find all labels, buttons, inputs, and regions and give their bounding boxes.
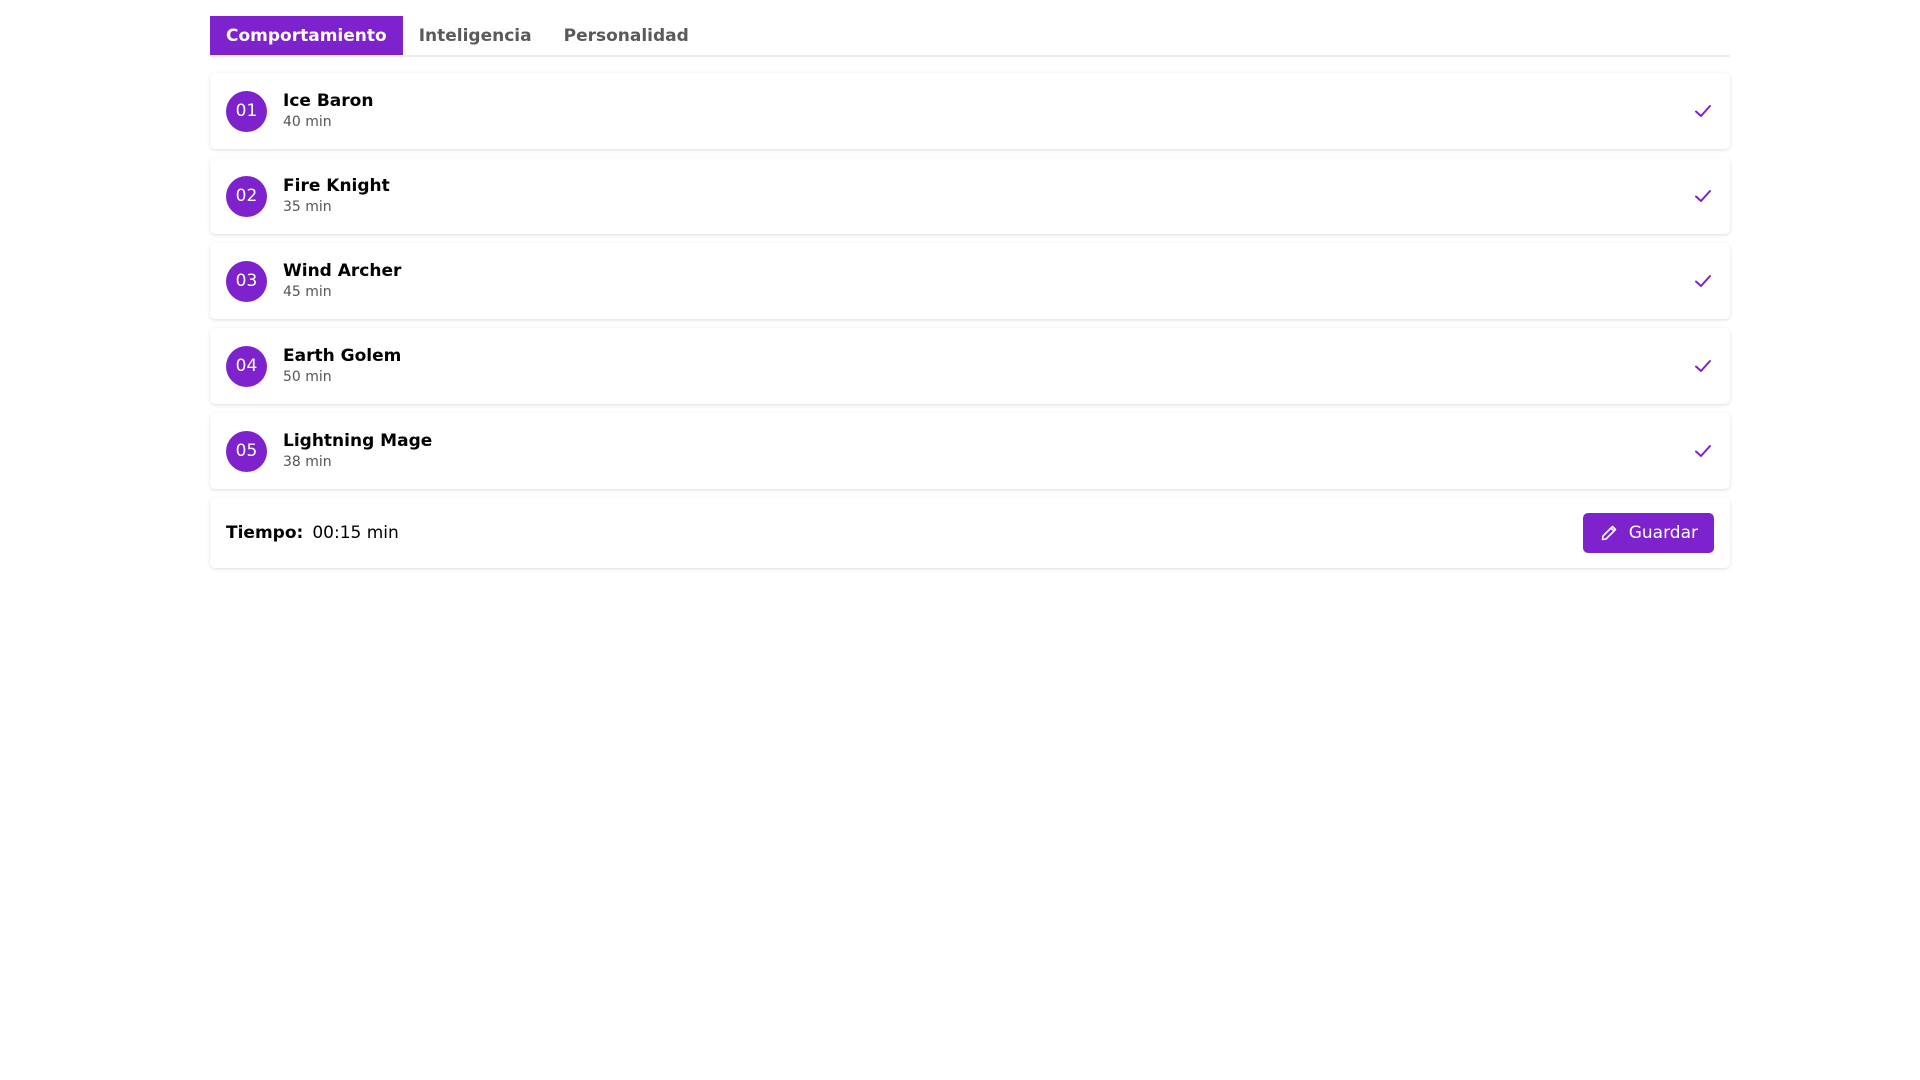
check-icon bbox=[1692, 185, 1714, 207]
check-icon bbox=[1692, 440, 1714, 462]
elapsed-time: Tiempo: 00:15 min bbox=[226, 523, 399, 543]
tab-inteligencia[interactable]: Inteligencia bbox=[403, 16, 548, 55]
item-list: 01 Ice Baron 40 min 02 Fire Knight 35 mi… bbox=[210, 73, 1730, 489]
item-title: Earth Golem bbox=[283, 346, 402, 366]
check-icon bbox=[1692, 100, 1714, 122]
check-icon bbox=[1692, 355, 1714, 377]
item-title: Ice Baron bbox=[283, 91, 374, 111]
item-duration: 50 min bbox=[283, 369, 332, 385]
item-text: Earth Golem 50 min bbox=[283, 345, 401, 387]
item-number-badge: 03 bbox=[226, 260, 267, 302]
tab-personalidad[interactable]: Personalidad bbox=[548, 16, 705, 55]
item-text: Ice Baron 40 min bbox=[283, 90, 373, 132]
pencil-icon bbox=[1599, 523, 1619, 543]
item-duration: 40 min bbox=[283, 114, 332, 130]
tab-comportamiento[interactable]: Comportamiento bbox=[210, 16, 403, 55]
check-icon bbox=[1692, 270, 1714, 292]
item-text: Wind Archer 45 min bbox=[283, 260, 401, 302]
item-duration: 38 min bbox=[283, 454, 332, 470]
time-label: Tiempo: bbox=[226, 523, 304, 543]
item-number-badge: 01 bbox=[226, 90, 267, 132]
list-item[interactable]: 04 Earth Golem 50 min bbox=[210, 328, 1730, 404]
footer-bar: Tiempo: 00:15 min Guardar bbox=[210, 498, 1730, 568]
item-number-badge: 05 bbox=[226, 430, 267, 472]
item-title: Fire Knight bbox=[283, 176, 390, 196]
main-panel: Comportamiento Inteligencia Personalidad… bbox=[210, 16, 1730, 568]
item-number-badge: 04 bbox=[226, 345, 267, 387]
list-item[interactable]: 02 Fire Knight 35 min bbox=[210, 158, 1730, 234]
item-duration: 45 min bbox=[283, 284, 332, 300]
item-title: Wind Archer bbox=[283, 261, 402, 281]
item-title: Lightning Mage bbox=[283, 431, 433, 451]
list-item[interactable]: 03 Wind Archer 45 min bbox=[210, 243, 1730, 319]
time-value: 00:15 min bbox=[312, 523, 399, 543]
item-text: Fire Knight 35 min bbox=[283, 175, 390, 217]
item-number-badge: 02 bbox=[226, 175, 267, 217]
item-duration: 35 min bbox=[283, 199, 332, 215]
item-text: Lightning Mage 38 min bbox=[283, 430, 432, 472]
list-item[interactable]: 05 Lightning Mage 38 min bbox=[210, 413, 1730, 489]
list-item[interactable]: 01 Ice Baron 40 min bbox=[210, 73, 1730, 149]
save-button-label: Guardar bbox=[1628, 523, 1698, 543]
save-button[interactable]: Guardar bbox=[1582, 513, 1714, 553]
tab-bar: Comportamiento Inteligencia Personalidad bbox=[210, 16, 1730, 57]
